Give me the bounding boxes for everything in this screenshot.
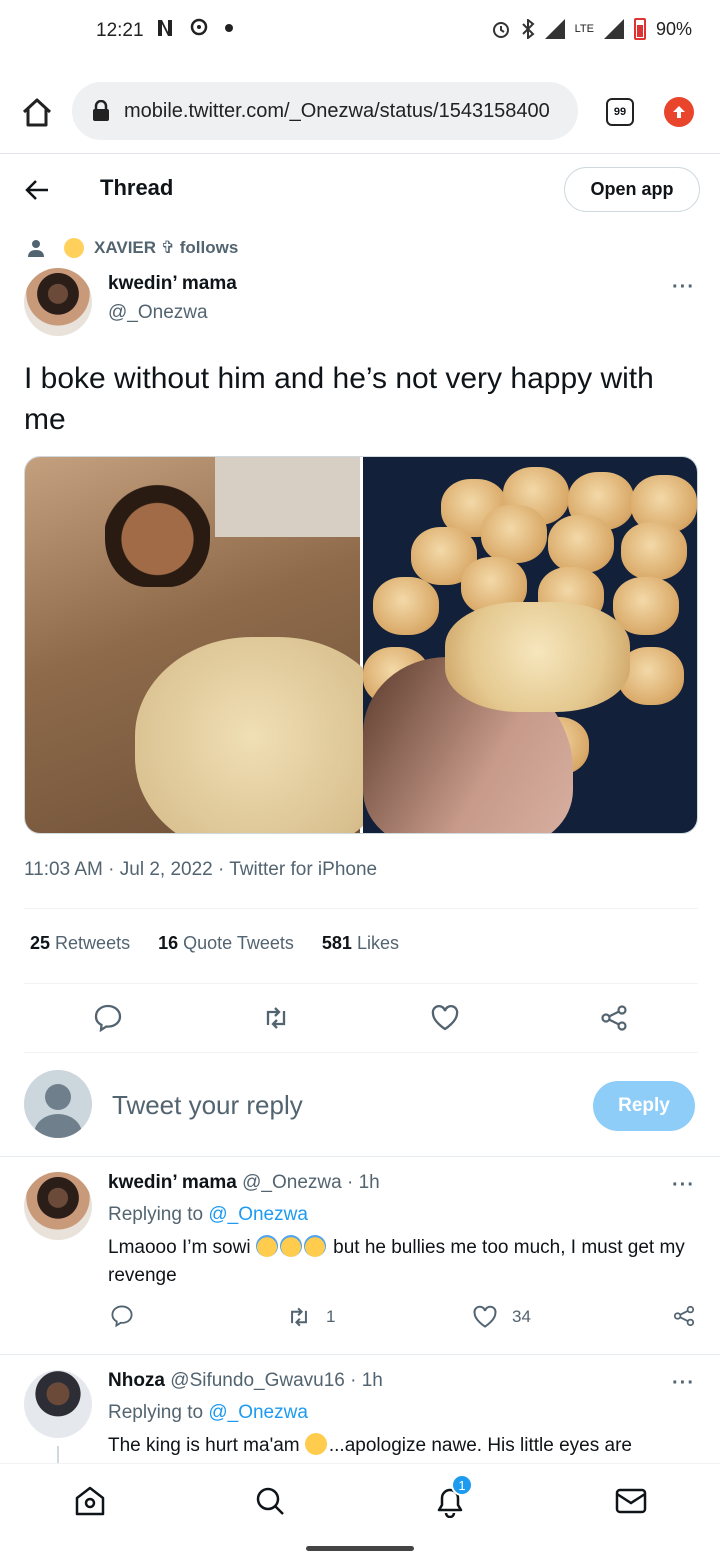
like-icon[interactable] [430, 1003, 460, 1033]
retweet-count: 1 [326, 1307, 336, 1326]
home-icon[interactable] [73, 1484, 107, 1518]
update-button[interactable] [664, 97, 694, 127]
author-name[interactable]: kwedin’ mama [108, 273, 237, 295]
tweet-stats: 25 Retweets 16 Quote Tweets 581 Likes [30, 933, 399, 954]
reply-author-name[interactable]: kwedin’ mama [108, 1172, 237, 1193]
battery-icon [633, 18, 646, 40]
like-count: 34 [512, 1307, 531, 1326]
quote-tweets-stat[interactable]: 16 Quote Tweets [158, 933, 294, 954]
crying-emoji-icon [255, 1235, 278, 1257]
gesture-bar [306, 1546, 414, 1551]
battery-percent: 90% [655, 18, 692, 39]
crying-emoji-icon [279, 1235, 302, 1257]
reply-handle-time: @_Onezwa · 1h [242, 1172, 380, 1193]
thread-connector [57, 1446, 59, 1463]
bluetooth-icon [521, 19, 535, 39]
reply-tweet[interactable]: Nhoza @Sifundo_Gwavu16 · 1h ··· Replying… [0, 1354, 720, 1463]
status-bar: 12:21 LTE 90% [0, 0, 720, 62]
browser-toolbar: mobile.twitter.com/_Onezwa/status/154315… [0, 70, 720, 154]
reply-button[interactable]: Reply [593, 1081, 695, 1131]
social-context-text: XAVIER ✞ follows [94, 238, 239, 257]
person-icon [28, 240, 44, 257]
likes-stat[interactable]: 581 Likes [322, 933, 399, 954]
lock-icon [93, 100, 109, 121]
author-handle[interactable]: @_Onezwa [108, 302, 208, 324]
chat-notification-icon [190, 18, 208, 36]
signal-icon [544, 19, 565, 39]
dot-icon [225, 24, 233, 32]
avatar[interactable] [24, 1370, 92, 1438]
retweets-stat[interactable]: 25 Retweets [30, 933, 130, 954]
bottom-navigation: 1 [0, 1463, 720, 1537]
retweet-icon[interactable] [286, 1304, 312, 1330]
notification-badge: 1 [451, 1474, 473, 1496]
arrow-up-icon [673, 106, 685, 118]
back-arrow-icon[interactable] [24, 177, 50, 203]
share-icon[interactable] [599, 1003, 629, 1033]
home-icon[interactable] [20, 96, 54, 130]
reply-text: Lmaooo I’m sowi but he bullies me too mu… [108, 1235, 685, 1286]
like-icon[interactable] [472, 1304, 498, 1330]
crying-emoji-icon [303, 1235, 326, 1257]
reply-handle-time: @Sifundo_Gwavu16 · 1h [170, 1370, 383, 1391]
divider [24, 1052, 698, 1053]
reply-text: The king is hurt ma'am ...apologize nawe… [108, 1433, 632, 1456]
search-icon[interactable] [253, 1484, 287, 1518]
thread-header: Thread Open app [0, 155, 720, 225]
default-avatar [24, 1070, 92, 1138]
messages-icon[interactable] [614, 1484, 648, 1518]
more-options-icon[interactable]: ··· [672, 276, 695, 299]
reply-icon[interactable] [110, 1304, 134, 1328]
replying-to-link[interactable]: @_Onezwa [208, 1204, 308, 1225]
alarm-icon [492, 22, 509, 38]
replying-to-link[interactable]: @_Onezwa [208, 1402, 308, 1423]
page-title: Thread [100, 175, 174, 200]
open-app-button[interactable]: Open app [564, 167, 700, 212]
social-context[interactable]: XAVIER ✞ follows [28, 238, 238, 258]
reply-input[interactable]: Tweet your reply [112, 1090, 303, 1121]
netflix-notification-icon [158, 20, 172, 36]
url-bar[interactable]: mobile.twitter.com/_Onezwa/status/154315… [72, 82, 578, 140]
tabs-button[interactable]: 99 [606, 98, 634, 126]
divider [24, 983, 698, 984]
tweet-text: I boke without him and he’s not very hap… [24, 362, 654, 436]
reply-tweet[interactable]: kwedin’ mama @_Onezwa · 1h ··· Replying … [0, 1156, 720, 1354]
retweet-icon[interactable] [261, 1003, 291, 1033]
share-icon[interactable] [672, 1304, 696, 1328]
status-time: 12:21 [96, 20, 144, 41]
more-options-icon[interactable]: ··· [672, 1174, 695, 1197]
reply-icon[interactable] [93, 1003, 123, 1033]
tweet-media[interactable] [24, 456, 698, 834]
divider [24, 908, 698, 909]
reply-actions: 1 34 [0, 1304, 720, 1334]
reply-author-name[interactable]: Nhoza [108, 1370, 165, 1391]
photo-kid-dough[interactable] [25, 457, 395, 833]
photo-biscuits[interactable] [363, 457, 697, 833]
url-text: mobile.twitter.com/_Onezwa/status/154315… [124, 99, 550, 122]
more-options-icon[interactable]: ··· [672, 1372, 695, 1395]
avatar[interactable] [24, 268, 92, 336]
tweet-timestamp[interactable]: 11:03 AM · Jul 2, 2022 · Twitter for iPh… [24, 859, 377, 881]
signal-icon-2 [603, 19, 624, 39]
sad-emoji-icon [304, 1433, 327, 1455]
tweet-actions [0, 1000, 720, 1040]
avatar[interactable] [24, 1172, 92, 1240]
star-emoji-icon [64, 238, 84, 258]
network-type: LTE [574, 23, 594, 35]
